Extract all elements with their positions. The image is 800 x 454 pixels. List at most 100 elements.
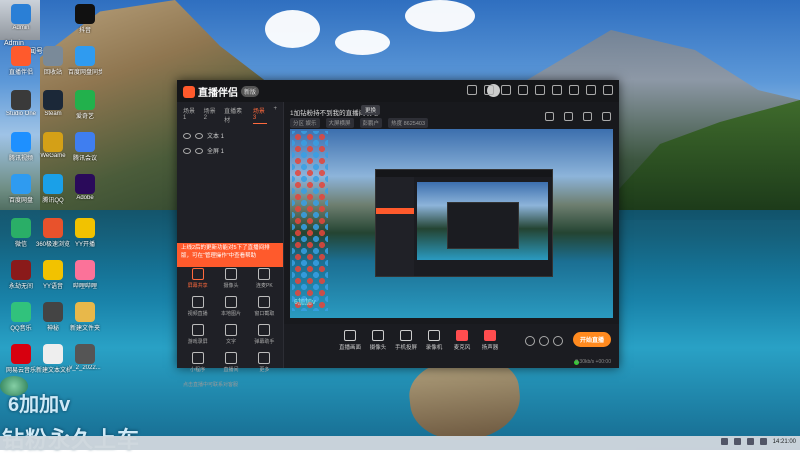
desktop-icon[interactable]: 抖音 [68,4,102,34]
source-tool-button[interactable]: 游戏录屏 [181,324,214,345]
source-tool-button[interactable]: 小程序 [181,352,214,373]
desktop-icon-label: 网易云音乐 [5,368,36,374]
share-icon[interactable] [602,112,611,121]
source-tool-button[interactable]: 本地图片 [214,296,247,317]
scene-tab[interactable]: 场景3 [252,106,268,124]
desktop-icon-label: 回收站 [43,70,62,76]
desktop-icon[interactable]: 网易云音乐 [4,344,38,374]
desktop-icon[interactable]: Adobe [68,174,102,201]
source-tool-button[interactable]: 更多 [248,352,281,373]
stream-meta-chip[interactable]: 彭鹏户 [359,118,383,128]
close-icon[interactable] [603,85,613,95]
visibility-eye-icon[interactable] [183,132,191,139]
add-scene-icon[interactable]: + [273,106,277,124]
update-notice[interactable]: 上线2后的更新功能对5下了直播间排版，可在“管理操作”中查看帮助 [177,243,283,267]
bell-icon[interactable] [535,85,545,95]
source-tool-button[interactable]: 文字 [214,324,247,345]
desktop-icon-label: 直播伴侣 [8,70,33,76]
maximize-icon[interactable] [586,85,596,95]
settings-icon[interactable] [501,85,511,95]
wegame-icon [43,132,63,152]
stream-meta-chip[interactable]: 分区 娱乐 [290,118,320,128]
desktop-icon[interactable]: 新建文件夹 [68,302,102,332]
more-icon [258,352,271,364]
nested-inner-window [447,202,519,249]
desktop-icon[interactable]: Admin [4,4,38,31]
gift-icon[interactable] [545,112,554,121]
desktop-icon[interactable]: 新建文本文档 [36,344,70,374]
stream-meta-chip[interactable]: 大屏横屏 [325,118,354,128]
wallpaper-cloud [335,30,390,55]
lock-icon[interactable] [564,112,573,121]
headset-icon[interactable] [467,85,477,95]
desktop-icon-label: 百度网盘同步空间 [68,70,102,76]
scene-tab[interactable]: 场景2 [204,106,219,124]
desktop-icon[interactable]: 神秘 [36,302,70,332]
user-icon[interactable] [583,112,592,121]
desktop-icon[interactable]: 腾讯视频 [4,132,38,162]
desktop-icon[interactable]: v_2_2022... [68,344,102,371]
source-tool-button[interactable]: 窗口截取 [248,296,281,317]
control-button[interactable]: 录像机 [422,330,446,351]
stream-preview[interactable]: 6加加v [290,129,613,318]
scene-tab[interactable]: 直播素材 [224,106,247,124]
desktop-icon[interactable]: WeGame [36,132,70,159]
live-room-icon [224,352,237,364]
source-tool-button[interactable]: 屏幕共享 [181,268,214,289]
input-method-icon[interactable] [759,438,767,445]
control-button[interactable]: 麦克风 [450,330,474,351]
desktop-icon[interactable]: 哔哩哔哩 [68,260,102,290]
desktop-icon[interactable]: 百度网盘 [4,174,38,204]
layer-item[interactable]: 文本 1 [177,128,283,143]
desktop-icon[interactable]: 360极速浏览器 [36,218,70,248]
start-live-button[interactable]: 开始直播 [573,332,611,347]
stream-edit-button[interactable]: 更换 [361,105,381,115]
visibility-eye-icon[interactable] [183,147,191,154]
nested-preview [417,182,548,260]
control-button[interactable]: 扬声器 [478,330,502,351]
desktop-icon[interactable]: 直播伴侣 [4,46,38,76]
source-tool-button[interactable]: 弹幕助手 [248,324,281,345]
desktop-icon[interactable]: QQ音乐 [4,302,38,332]
desktop-icon[interactable]: 腾讯会议 [68,132,102,162]
taskbar-clock[interactable]: 14:21:00 [773,439,796,445]
preview-desktop-icons [292,131,328,311]
layer-item[interactable]: 全屏 1 [177,143,283,158]
desktop-icon[interactable]: Steam [36,90,70,117]
camera-toggle-icon[interactable] [525,336,535,346]
desktop-icon[interactable]: 永劫无间 [4,260,38,290]
network-icon[interactable] [733,438,741,445]
eye-icon[interactable] [539,336,549,346]
volume-icon[interactable] [746,438,754,445]
mini-app-icon [191,352,204,364]
source-tool-button[interactable]: 直播间 [214,352,247,373]
source-tool-button[interactable]: 摄像头 [214,268,247,289]
gear-icon[interactable] [553,336,563,346]
mail-icon[interactable] [518,85,528,95]
lock-icon[interactable] [195,147,203,154]
scene-tab[interactable]: 场景1 [183,106,198,124]
stream-main-pane: 1加钻粉持不到我的直播间攻略 更换 分区 娱乐 大屏横屏 彭鹏户 热度 8625403… [284,102,619,368]
desktop-icon[interactable]: 腾讯QQ [36,174,70,204]
desktop-icon[interactable]: 爱奇艺 [68,90,102,120]
source-tool-button[interactable]: 连麦PK [248,268,281,289]
desktop-icon[interactable]: 回收站 [36,46,70,76]
stream-meta-chip[interactable]: 热度 8625403 [388,118,429,128]
desktop-icon[interactable]: YY开播 [68,218,102,248]
menu-icon[interactable] [552,85,562,95]
desktop-icon[interactable]: YY语音 [36,260,70,290]
desktop-icon-label: YY语音 [42,284,63,290]
minimize-icon[interactable] [569,85,579,95]
lock-icon[interactable] [195,132,203,139]
control-button[interactable]: 摄像头 [366,330,390,351]
tray-app-icon[interactable] [720,438,728,445]
source-tool-button[interactable]: 视频直播 [181,296,214,317]
control-button[interactable]: 手机投屏 [394,330,418,351]
desktop-icon[interactable]: 微信 [4,218,38,248]
shirt-icon[interactable] [484,85,494,95]
source-tool-label: 文字 [225,339,236,345]
control-button[interactable]: 直播画面 [338,330,362,351]
desktop-icon[interactable]: Studio One [4,90,38,117]
support-hint[interactable]: 点击直播中可联系对客服 [183,381,238,388]
desktop-icon[interactable]: 百度网盘同步空间 [68,46,102,76]
